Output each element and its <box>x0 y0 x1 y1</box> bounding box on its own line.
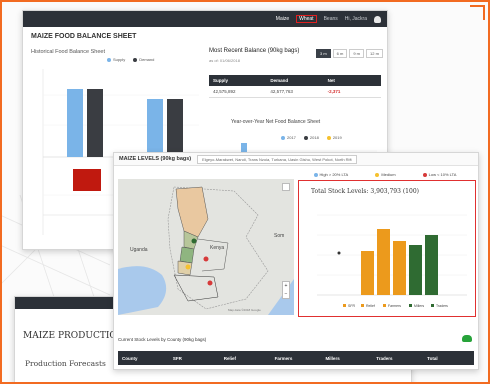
bar-supply-1 <box>67 89 83 157</box>
table-header: Supply Demand Net <box>209 75 381 86</box>
bar-millers <box>409 245 422 295</box>
recent-balance-date: as of: 01/06/2018 <box>209 58 240 63</box>
legend-swatch-sfr <box>343 304 346 307</box>
historical-chart-title: Historical Food Balance Sheet <box>31 49 105 55</box>
legend-item-2019: 2019 <box>326 135 342 140</box>
marker-low <box>207 280 213 286</box>
series-legend: SFR Relief Farmers Millers Traders <box>343 304 448 308</box>
table-row: 42,575,892 42,577,763 -2,371 <box>209 86 381 98</box>
col-county[interactable]: County <box>118 356 169 361</box>
legend-swatch-traders <box>431 304 434 307</box>
top-nav-bar: Maize Wheat Beans Hi, Jackra <box>23 11 387 27</box>
historical-chart-legend: Supply Demand <box>107 57 154 62</box>
county-filter-select[interactable]: Elgeyo-Marakwet, Nandi, Trans Nzoia, Tur… <box>197 154 358 164</box>
col-supply: Supply <box>213 78 229 83</box>
legend-label-relief: Relief <box>366 304 375 308</box>
legend-item-high: High > 20% LTA <box>313 172 348 177</box>
current-stock-title: Current Stock Levels by County (90kg bag… <box>118 337 207 342</box>
legend-swatch-farmers <box>383 304 386 307</box>
cell-net: -2,371 <box>327 89 341 94</box>
total-stock-title: Total Stock Levels: 3,903,793 (100) <box>311 188 419 195</box>
county-map[interactable]: Uganda Kenya Som Map data ©2018 Google +… <box>118 179 294 315</box>
fullscreen-button[interactable] <box>282 183 290 191</box>
legend-item-supply: Supply <box>107 57 125 62</box>
zoom-out-button[interactable]: − <box>283 290 289 298</box>
legend-item-demand: Demand <box>133 57 154 62</box>
user-icon[interactable] <box>374 15 381 23</box>
user-greeting[interactable]: Hi, Jackra <box>345 16 367 22</box>
marker-medium <box>185 264 191 270</box>
map-label-kenya: Kenya <box>210 245 224 251</box>
col-sfr[interactable]: SFR <box>169 356 220 361</box>
cloud-download-icon[interactable] <box>462 335 472 342</box>
legend-item-low: Low < 10% LTA <box>422 172 456 177</box>
map-label-uganda: Uganda <box>130 247 148 253</box>
legend-item-medium: Medium <box>375 172 396 177</box>
bar-supply-2 <box>147 99 163 157</box>
cell-demand: 42,577,763 <box>270 89 293 94</box>
county-north-rift <box>179 246 195 264</box>
bar-sfr <box>361 251 374 295</box>
legend-label-millers: Millers <box>414 304 424 308</box>
county-stock-table-header: County SFR Relief Farmers Millers Trader… <box>118 351 474 365</box>
maize-levels-title: MAIZE LEVELS (90kg bags) <box>119 156 192 162</box>
legend-item-2018: 2018 <box>303 135 319 140</box>
bar-relief <box>377 229 390 295</box>
bar-demand-1 <box>87 89 103 157</box>
production-title: MAIZE PRODUCTION <box>23 331 125 341</box>
production-forecasts-title: Production Forecasts <box>25 359 106 368</box>
page-title: MAIZE FOOD BALANCE SHEET <box>31 33 137 40</box>
cursor-icon <box>337 251 341 255</box>
col-demand: Demand <box>270 78 289 83</box>
bar-traders <box>425 235 438 295</box>
maize-levels-header: MAIZE LEVELS (90kg bags) Elgeyo-Marakwet… <box>114 153 478 166</box>
bar-deficit-1 <box>73 169 101 191</box>
col-net: Net <box>327 78 335 83</box>
col-millers[interactable]: Millers <box>321 356 372 361</box>
corner-bracket-icon <box>470 5 485 20</box>
recent-balance-table: Supply Demand Net 42,575,892 42,577,763 … <box>209 75 381 98</box>
marker-low <box>203 256 209 262</box>
nav-item-beans[interactable]: Beans <box>324 16 338 22</box>
yoy-chart-legend: 2017 2018 2019 <box>281 135 342 140</box>
map-canvas[interactable]: Uganda Kenya Som Map data ©2018 Google <box>118 179 294 315</box>
marker-high <box>191 238 197 244</box>
cell-supply: 42,575,892 <box>213 89 236 94</box>
period-3m-button[interactable]: 3 m <box>316 49 331 58</box>
recent-balance-title: Most Recent Balance (90kg bags) <box>209 48 300 54</box>
yoy-chart-title: Year-over-Year Net Food Balance Sheet <box>231 119 321 125</box>
legend-label-sfr: SFR <box>348 304 355 308</box>
map-label-somalia: Som <box>274 233 284 239</box>
legend-label-traders: Traders <box>436 304 448 308</box>
period-12m-button[interactable]: 12 m <box>366 49 383 58</box>
legend-swatch-relief <box>361 304 364 307</box>
stock-level-legend: High > 20% LTA Medium Low < 10% LTA <box>300 172 470 177</box>
col-traders[interactable]: Traders <box>372 356 423 361</box>
period-9m-button[interactable]: 9 m <box>349 49 365 58</box>
zoom-in-button[interactable]: + <box>283 282 289 290</box>
map-attribution: Map data ©2018 Google <box>228 308 261 312</box>
bar-demand-2 <box>167 99 183 157</box>
zoom-control[interactable]: + − <box>282 281 290 299</box>
col-relief[interactable]: Relief <box>220 356 271 361</box>
period-6m-button[interactable]: 6 m <box>332 49 348 58</box>
total-stock-panel: Total Stock Levels: 3,903,793 (100) SFR … <box>298 180 476 317</box>
bar-farmers <box>393 241 406 295</box>
legend-swatch-millers <box>409 304 412 307</box>
maize-levels-window: MAIZE LEVELS (90kg bags) Elgeyo-Marakwet… <box>113 152 479 370</box>
col-total[interactable]: Total <box>423 356 474 361</box>
period-selector: 3 m 6 m 9 m 12 m <box>316 49 383 58</box>
total-stock-chart: SFR Relief Farmers Millers Traders <box>317 214 467 308</box>
col-farmers[interactable]: Farmers <box>271 356 322 361</box>
nav-item-wheat[interactable]: Wheat <box>296 15 317 23</box>
legend-item-2017: 2017 <box>281 135 296 140</box>
nav-item-maize[interactable]: Maize <box>276 16 289 22</box>
legend-label-farmers: Farmers <box>388 304 401 308</box>
